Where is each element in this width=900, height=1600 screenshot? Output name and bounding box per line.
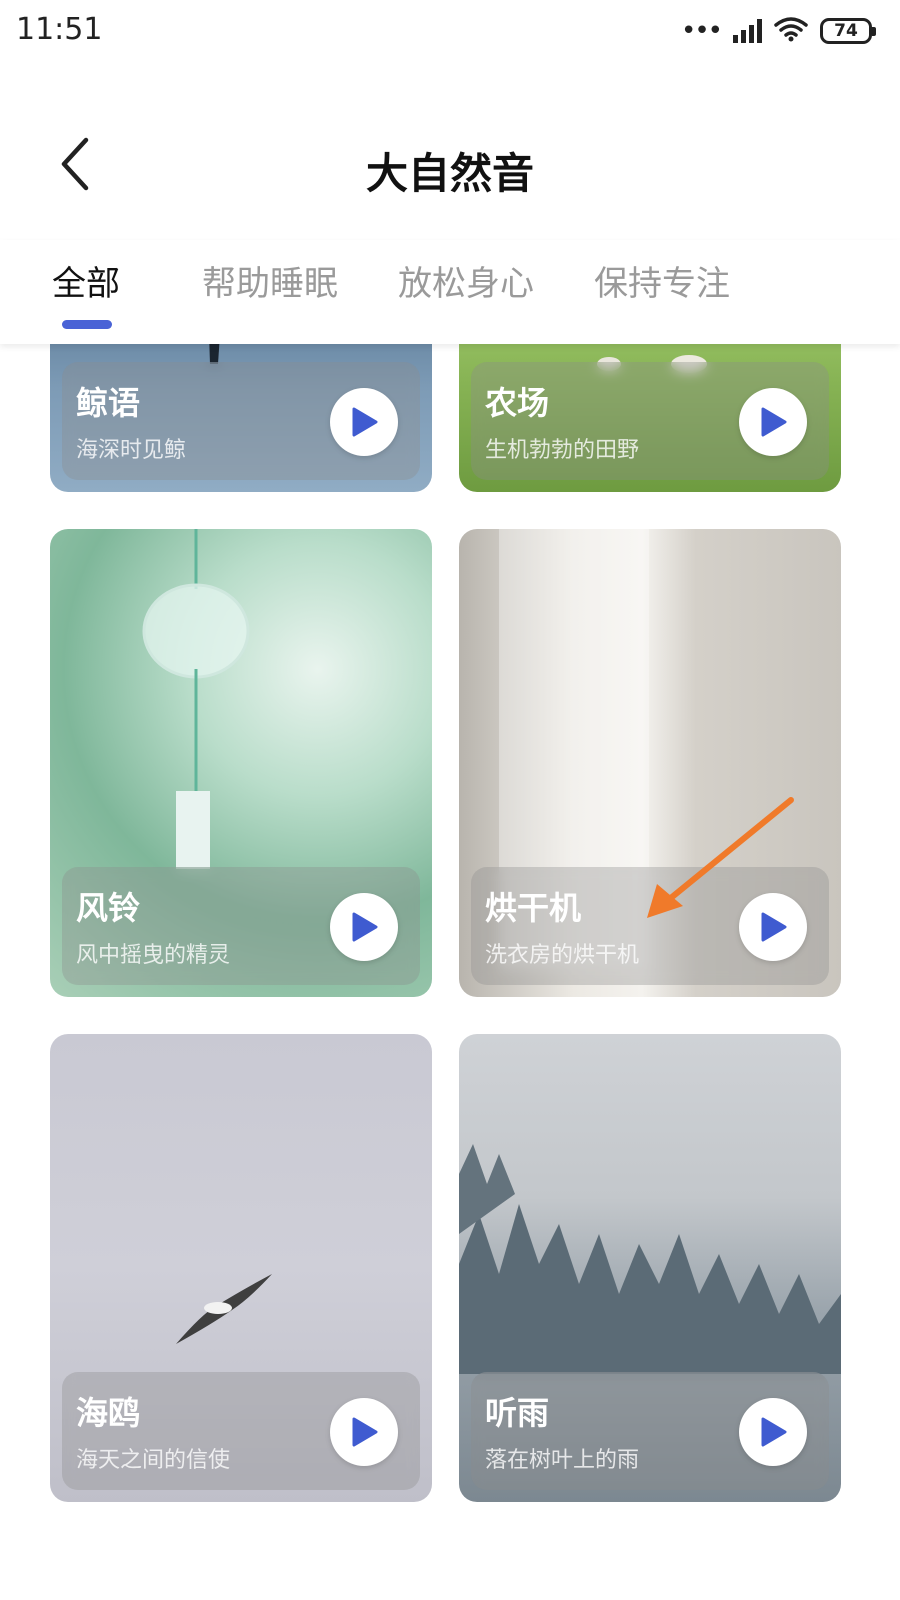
- card-info-panel: 农场 生机勃勃的田野: [471, 362, 829, 480]
- sound-grid: 鲸语 海深时见鲸 农场 生机勃勃的田野 风铃 风中摇曳的精灵 烘干机 洗衣房的烘…: [0, 344, 900, 1600]
- tab-focus[interactable]: 保持专注: [594, 256, 730, 305]
- watermark-url: jingyan.baidu.com: [686, 1563, 834, 1582]
- card-subtitle: 海深时见鲸: [76, 438, 187, 463]
- card-subtitle: 风中摇曳的精灵: [76, 943, 231, 968]
- card-subtitle: 生机勃勃的田野: [485, 438, 640, 463]
- play-button[interactable]: [739, 388, 807, 456]
- card-title: 听雨: [485, 1394, 550, 1432]
- card-title: 农场: [485, 384, 550, 422]
- play-icon: [352, 912, 378, 942]
- watermark-logo: Baidu经验: [677, 1524, 834, 1559]
- play-button[interactable]: [330, 893, 398, 961]
- status-time: 11:51: [16, 12, 103, 47]
- card-info-panel: 听雨 落在树叶上的雨: [471, 1372, 829, 1490]
- tab-relax[interactable]: 放松身心: [398, 256, 534, 305]
- header: 大自然音: [0, 62, 900, 242]
- play-button[interactable]: [330, 1398, 398, 1466]
- more-dots-icon: •••: [680, 16, 723, 46]
- sound-card-rain[interactable]: 听雨 落在树叶上的雨: [459, 1034, 841, 1502]
- card-title: 烘干机: [485, 889, 582, 927]
- play-icon: [761, 1417, 787, 1447]
- tab-sleep[interactable]: 帮助睡眠: [202, 256, 338, 305]
- wind-chime-image: [142, 529, 250, 869]
- page-title: 大自然音: [365, 149, 534, 198]
- tab-all[interactable]: 全部: [52, 256, 120, 305]
- sound-card-farm[interactable]: 农场 生机勃勃的田野: [459, 344, 841, 492]
- active-tab-indicator: [62, 320, 112, 329]
- play-icon: [761, 407, 787, 437]
- sound-card-wind-chime[interactable]: 风铃 风中摇曳的精灵: [50, 529, 432, 997]
- category-tabs: 全部 帮助睡眠 放松身心 保持专注: [0, 240, 900, 344]
- card-subtitle: 落在树叶上的雨: [485, 1448, 640, 1473]
- card-title: 风铃: [76, 889, 141, 927]
- play-button[interactable]: [739, 1398, 807, 1466]
- card-info-panel: 鲸语 海深时见鲸: [62, 362, 420, 480]
- sound-card-whale[interactable]: 鲸语 海深时见鲸: [50, 344, 432, 492]
- play-icon: [352, 1417, 378, 1447]
- play-icon: [352, 407, 378, 437]
- misty-forest-image: [459, 1144, 841, 1374]
- card-subtitle: 洗衣房的烘干机: [485, 943, 640, 968]
- card-info-panel: 海鸥 海天之间的信使: [62, 1372, 420, 1490]
- card-title: 鲸语: [76, 384, 141, 422]
- sound-card-seagull[interactable]: 海鸥 海天之间的信使: [50, 1034, 432, 1502]
- wifi-icon: [774, 16, 808, 46]
- card-subtitle: 海天之间的信使: [76, 1448, 231, 1473]
- annotation-arrow-icon: [647, 797, 794, 918]
- signal-icon: [733, 19, 762, 43]
- status-icons: ••• 74: [680, 16, 876, 46]
- play-button[interactable]: [330, 388, 398, 456]
- seagull-image: [176, 1274, 272, 1344]
- card-info-panel: 风铃 风中摇曳的精灵: [62, 867, 420, 985]
- status-bar: 11:51 ••• 74: [0, 0, 900, 62]
- battery-level: 74: [834, 21, 858, 41]
- whale-tail-image: [209, 344, 220, 364]
- card-title: 海鸥: [76, 1394, 141, 1432]
- battery-icon: 74: [820, 18, 876, 44]
- sound-card-dryer[interactable]: 烘干机 洗衣房的烘干机: [459, 529, 841, 997]
